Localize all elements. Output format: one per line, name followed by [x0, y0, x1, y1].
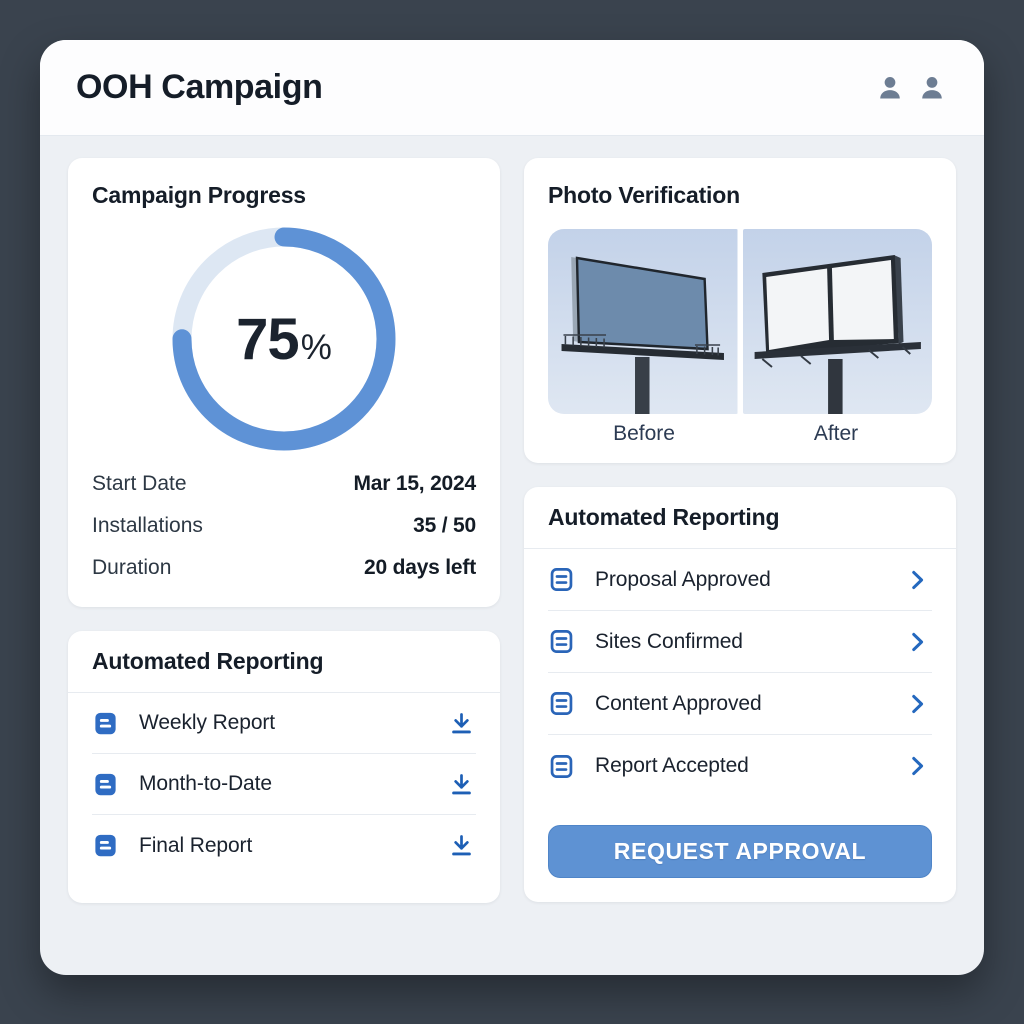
report-list: Weekly Report — [68, 693, 500, 876]
approvals-title: Automated Reporting — [548, 504, 779, 531]
progress-percent-sign: % — [301, 328, 332, 368]
document-outline-icon — [548, 690, 575, 717]
page-title: OOH Campaign — [76, 68, 322, 107]
download-icon — [448, 832, 475, 859]
after-photo[interactable] — [743, 229, 933, 414]
approval-list: Proposal Approved Sites Confirmed — [524, 549, 956, 797]
chevron-right-icon — [902, 565, 932, 595]
user-icon[interactable] — [876, 74, 904, 102]
stat-row-duration: Duration 20 days left — [92, 552, 476, 583]
document-outline-icon — [548, 753, 575, 780]
chevron-right-icon — [902, 689, 932, 719]
report-row-weekly: Weekly Report — [92, 693, 476, 754]
progress-percent-number: 75 — [236, 306, 299, 373]
automated-reporting-card: Automated Reporting Weekly Report — [68, 631, 500, 903]
report-row-mtd: Month-to-Date — [92, 754, 476, 815]
chevron-right-icon — [902, 627, 932, 657]
document-icon — [92, 771, 119, 798]
user-icon[interactable] — [918, 74, 946, 102]
approval-label: Sites Confirmed — [595, 630, 882, 654]
before-label: Before — [548, 422, 740, 446]
document-icon — [92, 710, 119, 737]
download-button[interactable] — [446, 831, 476, 861]
stat-value: 20 days left — [364, 556, 476, 580]
download-icon — [448, 771, 475, 798]
photo-pair — [524, 209, 956, 414]
document-icon — [92, 832, 119, 859]
download-button[interactable] — [446, 769, 476, 799]
before-photo[interactable] — [548, 229, 738, 414]
stat-row-installations: Installations 35 / 50 — [92, 510, 476, 541]
report-label: Weekly Report — [139, 711, 426, 735]
campaign-progress-card: Campaign Progress 75 % — [68, 158, 500, 607]
header-user-group — [876, 74, 946, 102]
app-window: OOH Campaign Campaign Progress — [40, 40, 984, 975]
approval-row-report[interactable]: Report Accepted — [548, 735, 932, 797]
stat-value: 35 / 50 — [413, 514, 476, 538]
campaign-progress-title: Campaign Progress — [92, 182, 476, 209]
approval-label: Proposal Approved — [595, 568, 882, 592]
campaign-stats: Start Date Mar 15, 2024 Installations 35… — [68, 468, 500, 607]
photo-verification-card: Photo Verification — [524, 158, 956, 463]
approval-row-proposal[interactable]: Proposal Approved — [548, 549, 932, 611]
approval-label: Content Approved — [595, 692, 882, 716]
approval-label: Report Accepted — [595, 754, 882, 778]
photo-verification-title: Photo Verification — [548, 182, 932, 209]
chevron-right-icon — [902, 751, 932, 781]
stat-row-start-date: Start Date Mar 15, 2024 — [92, 468, 476, 499]
request-approval-button[interactable]: REQUEST APPROVAL — [548, 825, 932, 878]
document-outline-icon — [548, 628, 575, 655]
report-label: Final Report — [139, 834, 426, 858]
report-label: Month-to-Date — [139, 772, 426, 796]
stat-label: Installations — [92, 514, 203, 538]
download-icon — [448, 710, 475, 737]
after-label: After — [740, 422, 932, 446]
app-header: OOH Campaign — [40, 40, 984, 136]
stat-label: Start Date — [92, 472, 187, 496]
progress-ring: 75 % — [172, 227, 396, 451]
approvals-card: Automated Reporting Proposal Approved — [524, 487, 956, 902]
automated-reporting-title: Automated Reporting — [92, 648, 323, 675]
stat-value: Mar 15, 2024 — [353, 472, 476, 496]
progress-percent: 75 % — [236, 306, 332, 373]
approval-row-sites[interactable]: Sites Confirmed — [548, 611, 932, 673]
billboard-after-illustration — [743, 229, 933, 414]
download-button[interactable] — [446, 708, 476, 738]
document-outline-icon — [548, 566, 575, 593]
approval-row-content[interactable]: Content Approved — [548, 673, 932, 735]
billboard-before-illustration — [548, 229, 738, 414]
report-row-final: Final Report — [92, 815, 476, 876]
stat-label: Duration — [92, 556, 171, 580]
